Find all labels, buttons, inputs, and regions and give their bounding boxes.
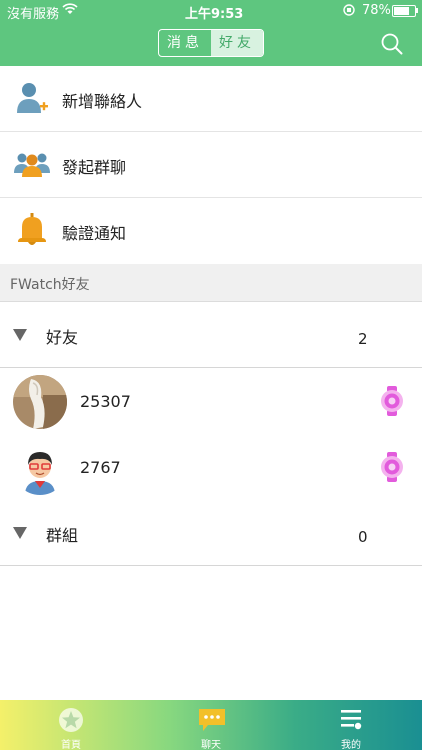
wifi-icon (62, 3, 78, 14)
tab-messages[interactable]: 消息 (159, 30, 211, 56)
cartoon-avatar (13, 441, 67, 495)
add-contact-icon (17, 83, 48, 113)
group-row-groups[interactable]: 群組 0 (0, 500, 422, 566)
menu-label: 發起群聊 (62, 158, 127, 177)
battery-icon (392, 5, 416, 17)
group-count: 2 (358, 330, 368, 348)
watch-icon[interactable] (379, 452, 405, 482)
tab-label: 我的 (341, 740, 361, 751)
segment-control: 消息 好友 (158, 29, 264, 57)
home-icon (59, 708, 83, 732)
group-count: 0 (358, 528, 368, 546)
section-title: FWatch好友 (10, 277, 90, 293)
status-bar: 沒有服務 上午9:53 78% (0, 0, 422, 22)
tab-chat[interactable]: 聊天 (171, 700, 251, 751)
menu-item-add-contact[interactable]: 新增聯絡人 (0, 66, 422, 132)
friend-name: 25307 (80, 392, 131, 411)
clock: 上午9:53 (185, 7, 244, 22)
chat-icon (199, 709, 225, 731)
group-label: 群組 (46, 526, 79, 545)
tab-label: 首頁 (61, 740, 81, 751)
tab-bar: 首頁 聊天 我的 (0, 700, 422, 751)
tab-label: 聊天 (201, 740, 221, 751)
section-header: FWatch好友 (0, 264, 422, 302)
tab-mine[interactable]: 我的 (311, 700, 391, 751)
menu-item-group-chat[interactable]: 發起群聊 (0, 132, 422, 198)
watch-icon[interactable] (379, 386, 405, 416)
photo-avatar (13, 375, 67, 429)
menu-label: 新增聯絡人 (62, 92, 143, 111)
carrier-text: 沒有服務 (7, 7, 60, 22)
group-row-friends[interactable]: 好友 2 (0, 302, 422, 368)
tab-home[interactable]: 首頁 (31, 700, 111, 751)
group-label: 好友 (46, 328, 79, 347)
menu-label: 驗證通知 (62, 224, 127, 243)
group-chat-icon (14, 153, 50, 177)
divider (0, 565, 422, 566)
menu-item-verification[interactable]: 驗證通知 (0, 198, 422, 264)
app-header: 沒有服務 上午9:53 78% 消息 好友 (0, 0, 422, 66)
expand-arrow-icon (13, 329, 27, 341)
friend-row[interactable]: 2767 (0, 434, 422, 500)
tab-friends[interactable]: 好友 (211, 30, 263, 56)
rotation-lock-icon (343, 4, 355, 16)
search-icon[interactable] (381, 33, 403, 55)
bell-icon (18, 213, 46, 245)
battery-percent: 78% (362, 3, 391, 18)
menu-icon (341, 710, 362, 730)
friend-row[interactable]: 25307 (0, 368, 422, 434)
expand-arrow-icon (13, 527, 27, 539)
friend-name: 2767 (80, 458, 121, 477)
